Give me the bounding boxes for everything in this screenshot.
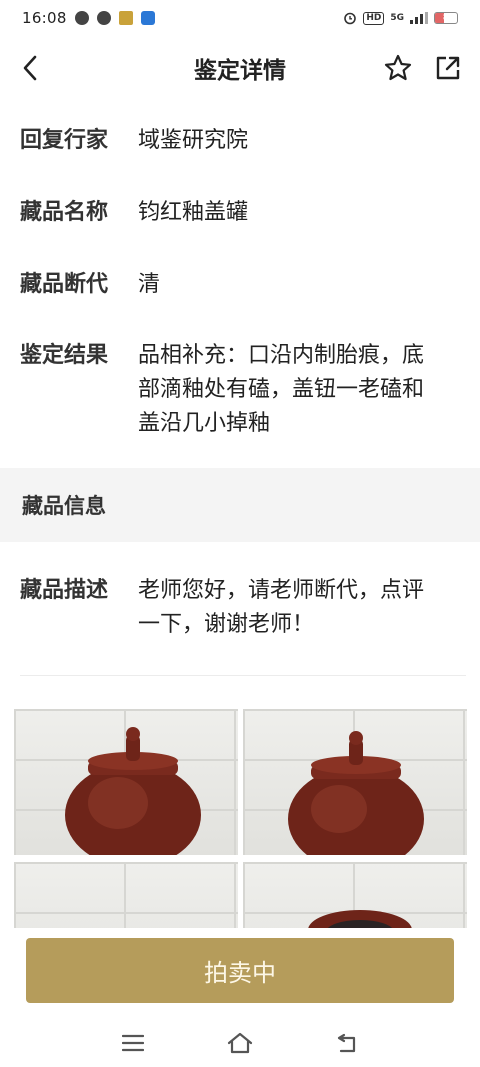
hd-badge: HD [363,11,385,25]
back-button[interactable] [14,50,46,86]
cloud-notification-icon [140,11,155,25]
status-indicators: HD 5G 8 [343,11,458,25]
detail-value: 钧红釉盖罐 [138,200,249,225]
detail-label: 藏品断代 [20,272,109,297]
detail-label: 鉴定结果 [20,343,109,368]
item-photo[interactable] [243,709,467,855]
shop-notification-icon [118,11,133,25]
signal-icon [410,12,428,24]
alarm-icon [344,12,357,25]
network-type: 5G [390,13,404,23]
detail-label: 回复行家 [20,128,109,153]
jar-image [65,727,201,855]
star-icon [384,54,412,81]
battery-icon: 8 [434,12,458,24]
auction-status-button[interactable]: 拍卖中 [26,938,454,1003]
detail-label: 藏品名称 [20,200,109,225]
notification-icons [74,11,155,25]
detail-value: 老师您好，请老师断代，点评一下，谢谢老师！ [138,578,425,637]
divider [20,675,466,676]
return-icon [337,1033,355,1052]
status-bar: 16:08 HD 5G 8 [0,0,480,36]
message-icon [96,11,111,25]
share-icon [436,56,460,80]
detail-row-expert: 回复行家 域鉴研究院 [20,124,456,158]
system-nav-bar [0,1018,480,1067]
detail-row-result: 鉴定结果 品相补充：口沿内制胎痕，底部滴釉处有磕，盖钮一老磕和盖沿几小掉釉 [20,339,456,441]
detail-label: 藏品描述 [20,578,109,603]
detail-row-dating: 藏品断代 清 [20,268,456,302]
bottom-action-area: 拍卖中 [0,928,480,1018]
battery-level: 8 [442,13,450,23]
home-button[interactable] [220,1027,260,1059]
share-button[interactable] [432,50,464,86]
collection-info-header: 藏品信息 [0,468,480,542]
top-nav-bar: 鉴定详情 [0,36,480,100]
detail-row-item-name: 藏品名称 钧红釉盖罐 [20,196,456,230]
home-icon [227,1032,253,1053]
chevron-left-icon [23,55,37,81]
menu-button[interactable] [113,1027,153,1059]
item-photo[interactable] [14,709,238,855]
detail-value: 品相补充：口沿内制胎痕，底部滴釉处有磕，盖钮一老磕和盖沿几小掉釉 [138,343,425,436]
return-button[interactable] [327,1027,367,1059]
jar-image [288,731,424,855]
detail-value: 域鉴研究院 [138,128,249,153]
detail-value: 清 [138,272,161,297]
status-time: 16:08 [22,9,67,27]
favorite-button[interactable] [382,50,414,86]
detail-row-description: 藏品描述 老师您好，请老师断代，点评一下，谢谢老师！ [20,574,456,642]
app-notification-icon [74,11,89,25]
menu-icon [122,1034,145,1051]
